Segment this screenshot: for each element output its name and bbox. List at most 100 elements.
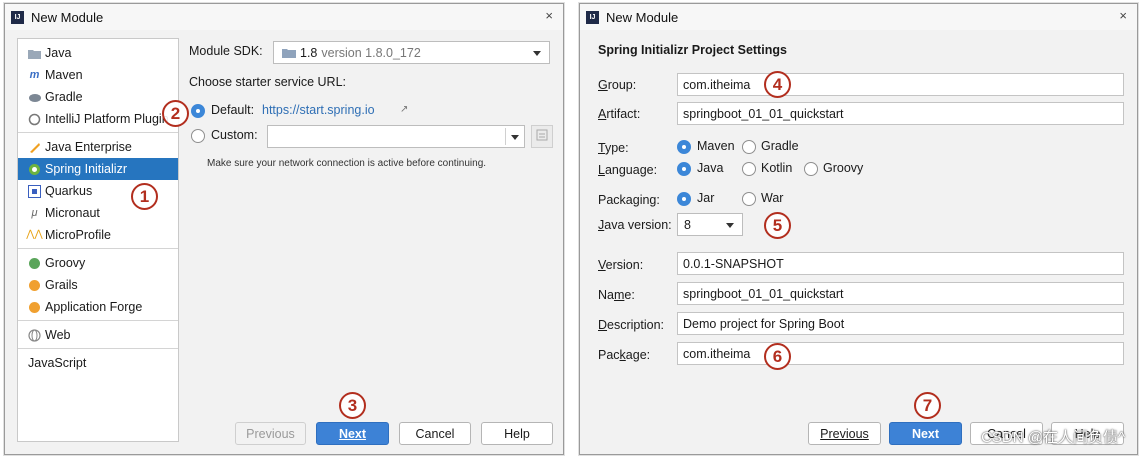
sidebar-item-spring-initializr[interactable]: Spring Initializr [18, 158, 178, 180]
help-button[interactable]: Help [481, 422, 553, 445]
next-button-label: Next [911, 426, 940, 441]
close-icon[interactable]: × [545, 8, 553, 23]
microprofile-icon: ⋀⋀ [26, 229, 43, 240]
chevron-down-icon[interactable] [511, 134, 519, 140]
sidebar-item-grails[interactable]: Grails [18, 274, 178, 296]
default-url-link[interactable]: https://start.spring.io [262, 103, 375, 117]
starter-url-label: Choose starter service URL: [189, 75, 347, 89]
custom-url-radio[interactable] [191, 129, 205, 143]
packaging-jar-radio[interactable] [677, 192, 691, 206]
packaging-war-radio[interactable] [742, 192, 756, 206]
type-maven-label: Maven [697, 139, 735, 153]
edit-icon [536, 129, 548, 144]
java-version-value: 8 [684, 217, 691, 232]
next-button[interactable]: Next [316, 422, 389, 445]
sidebar-item-label: IntelliJ Platform Plugin [45, 112, 169, 126]
sidebar-item-javascript[interactable]: JavaScript [18, 352, 178, 374]
sidebar-item-java-enterprise[interactable]: Java Enterprise [18, 136, 178, 158]
module-type-list: Java m Maven Gradle IntelliJ Platform Pl… [17, 38, 179, 442]
sidebar-item-label: Micronaut [45, 206, 100, 220]
package-field[interactable]: com.itheima [677, 342, 1124, 365]
package-label: Package: [598, 348, 651, 362]
cancel-button[interactable]: Cancel [399, 422, 471, 445]
callout-7: 7 [914, 392, 941, 419]
sdk-name: 1.8 [300, 45, 318, 60]
artifact-label: Artifact: [598, 107, 641, 121]
sidebar-item-java[interactable]: Java [18, 42, 178, 64]
plugin-icon [28, 113, 41, 126]
artifact-field[interactable]: springboot_01_01_quickstart [677, 102, 1124, 125]
description-label: Description: [598, 318, 665, 332]
custom-url-label: Custom: [211, 128, 258, 142]
sidebar-item-application-forge[interactable]: Application Forge [18, 296, 178, 318]
description-value: Demo project for Spring Boot [683, 316, 845, 331]
previous-button[interactable]: Previous [808, 422, 881, 445]
packaging-jar-label: Jar [697, 191, 715, 205]
edit-url-button[interactable] [531, 125, 553, 148]
language-groovy-label: Groovy [823, 161, 864, 175]
chevron-down-icon [533, 50, 541, 56]
sdk-folder-icon [282, 47, 296, 58]
forge-icon [28, 301, 41, 314]
version-value: 0.0.1-SNAPSHOT [683, 256, 784, 271]
type-gradle-label: Gradle [761, 139, 799, 153]
language-label: Language: [598, 163, 658, 177]
intellij-app-icon: IJ [586, 10, 599, 24]
type-gradle-radio[interactable] [742, 140, 756, 154]
quarkus-icon [28, 184, 41, 198]
sidebar-item-maven[interactable]: m Maven [18, 64, 178, 86]
custom-url-input[interactable] [267, 125, 525, 148]
callout-5: 5 [764, 212, 791, 239]
packaging-war-label: War [761, 191, 784, 205]
section-title: Spring Initializr Project Settings [598, 43, 787, 57]
callout-4: 4 [764, 71, 791, 98]
type-label: Type: [598, 141, 629, 155]
folder-icon [28, 47, 41, 60]
sidebar-item-label: MicroProfile [45, 228, 111, 242]
title-bar: IJ New Module × [5, 4, 563, 30]
next-button-label: Next [338, 426, 367, 441]
version-field[interactable]: 0.0.1-SNAPSHOT [677, 252, 1124, 275]
sidebar-item-gradle[interactable]: Gradle [18, 86, 178, 108]
sdk-version: version 1.8.0_172 [321, 45, 421, 60]
group-field[interactable]: com.itheima [677, 73, 1124, 96]
language-kotlin-label: Kotlin [761, 161, 793, 175]
dialog-title: New Module [31, 9, 104, 25]
java-enterprise-icon [28, 141, 41, 154]
sidebar-item-label: Groovy [45, 256, 86, 270]
sidebar-item-label: Grails [45, 278, 78, 292]
name-field[interactable]: springboot_01_01_quickstart [677, 282, 1124, 305]
package-value: com.itheima [683, 346, 751, 361]
grails-icon [28, 279, 41, 292]
groovy-icon [28, 257, 41, 270]
watermark: CSDN @在人间负债^ [981, 429, 1125, 446]
sidebar-item-groovy[interactable]: Groovy [18, 252, 178, 274]
sidebar-item-label: Java [45, 46, 72, 60]
close-icon[interactable]: × [1119, 8, 1127, 23]
type-maven-radio[interactable] [677, 140, 691, 154]
previous-button-label: Previous [820, 426, 869, 441]
next-button[interactable]: Next [889, 422, 962, 445]
language-kotlin-radio[interactable] [742, 162, 756, 176]
sidebar-item-intellij-plugin[interactable]: IntelliJ Platform Plugin [18, 108, 178, 130]
divider [18, 248, 178, 249]
previous-button[interactable]: Previous [235, 422, 306, 445]
spring-icon [28, 163, 41, 176]
external-link-icon: ↗ [400, 104, 409, 115]
sidebar-item-label: JavaScript [28, 356, 87, 370]
sidebar-item-web[interactable]: Web [18, 324, 178, 346]
sidebar-item-label: Maven [45, 68, 83, 82]
globe-icon [28, 328, 41, 342]
sidebar-item-microprofile[interactable]: ⋀⋀ MicroProfile [18, 224, 178, 246]
description-field[interactable]: Demo project for Spring Boot [677, 312, 1124, 335]
java-version-dropdown[interactable]: 8 [677, 213, 743, 236]
callout-3: 3 [339, 392, 366, 419]
module-sdk-dropdown[interactable]: 1.8 version 1.8.0_172 [273, 41, 550, 64]
language-java-label: Java [697, 161, 724, 175]
version-label: Version: [598, 258, 644, 272]
divider [505, 128, 506, 145]
language-groovy-radio[interactable] [804, 162, 818, 176]
language-java-radio[interactable] [677, 162, 691, 176]
default-url-radio[interactable] [191, 104, 205, 118]
java-version-label: Java version: [598, 218, 672, 232]
